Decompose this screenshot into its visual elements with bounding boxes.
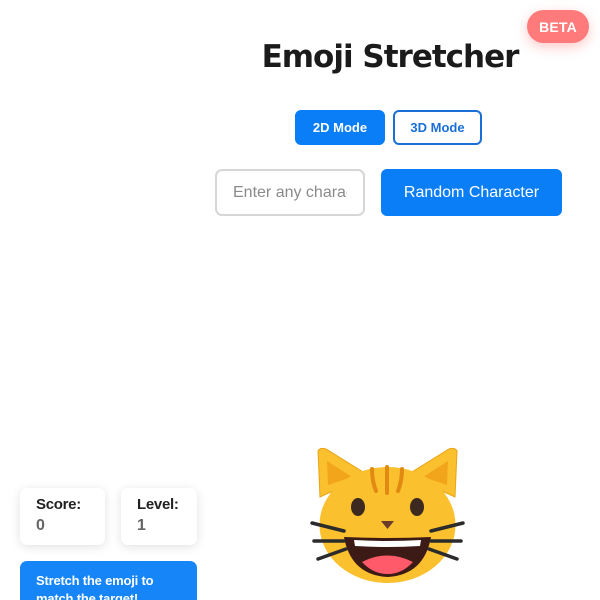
character-input[interactable] bbox=[215, 169, 365, 216]
page-title: Emoji Stretcher bbox=[261, 39, 520, 75]
mode-2d-button[interactable]: 2D Mode bbox=[295, 110, 385, 145]
grinning-cat-icon[interactable] bbox=[310, 445, 465, 585]
mode-3d-button[interactable]: 3D Mode bbox=[393, 110, 482, 145]
instruction-panel: Stretch the emoji to match the target! bbox=[20, 561, 197, 600]
app-page: BETA Emoji Stretcher 2D Mode 3D Mode Ran… bbox=[0, 0, 600, 600]
level-value: 1 bbox=[137, 517, 146, 534]
score-label: Score: bbox=[36, 496, 81, 513]
level-card: Level: 1 bbox=[121, 488, 197, 545]
instruction-text: Stretch the emoji to match the target! bbox=[36, 573, 154, 600]
score-card: Score: 0 bbox=[20, 488, 105, 545]
level-label: Level: bbox=[137, 496, 179, 513]
random-character-button[interactable]: Random Character bbox=[381, 169, 562, 216]
score-value: 0 bbox=[36, 517, 45, 534]
emoji-stage[interactable] bbox=[310, 445, 465, 585]
